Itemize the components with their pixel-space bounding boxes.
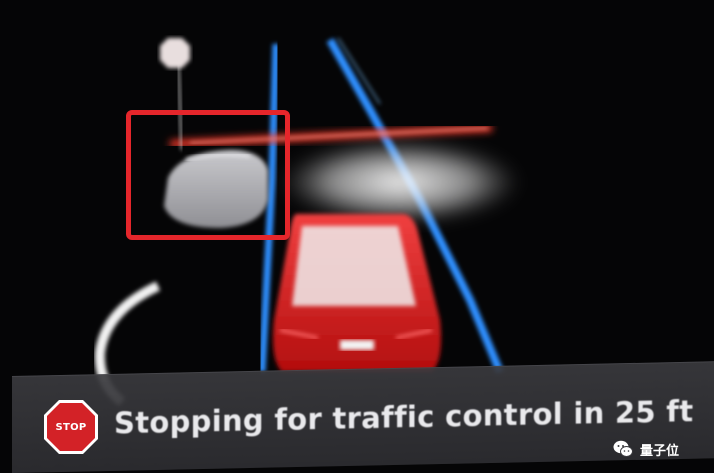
highlight-box (126, 110, 290, 240)
watermark-text: 量子位 (640, 443, 680, 459)
stop-sign-icon: STOP (42, 398, 100, 456)
watermark: 量子位 (612, 438, 679, 460)
wechat-icon (613, 440, 633, 457)
stop-sign-label: STOP (55, 421, 87, 433)
intersection-glow (280, 140, 520, 224)
ego-car (273, 214, 441, 372)
